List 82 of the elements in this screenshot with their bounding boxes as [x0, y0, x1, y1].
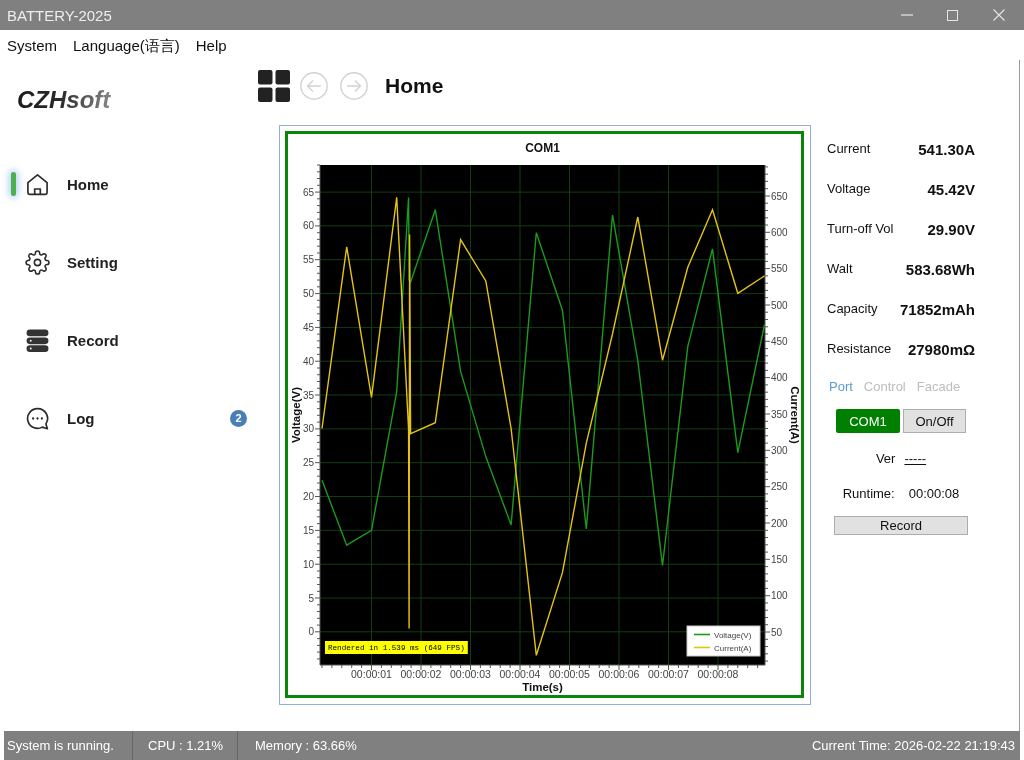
axis-tick-label: 50 — [771, 626, 783, 638]
axis-tick-label: 500 — [771, 299, 788, 311]
axis-tick-label: 00:00:06 — [598, 667, 640, 680]
axis-tick-label: 400 — [771, 372, 788, 384]
runtime-value: 00:00:08 — [908, 485, 960, 504]
menu-item[interactable]: System — [7, 37, 57, 53]
database-icon — [25, 327, 50, 353]
axis-tick-label: 35 — [302, 389, 314, 401]
axis-tick-label: 25 — [302, 457, 314, 469]
axis-tick-label: 5 — [308, 592, 314, 604]
close-icon[interactable] — [993, 9, 1005, 21]
axis-tick-label: 00:00:02 — [400, 667, 442, 680]
grid-icon[interactable] — [258, 70, 290, 102]
axis-tick-label: 10 — [302, 558, 314, 570]
legend-label: Current(A) — [714, 643, 752, 653]
nav-item[interactable]: Home — [11, 171, 109, 197]
menu-item[interactable]: Help — [195, 37, 227, 53]
home-icon — [25, 171, 50, 197]
legend-label: Voltage(V) — [714, 630, 752, 640]
port-button[interactable]: COM1 — [836, 409, 900, 433]
axis-tick-label: 00:00:01 — [351, 667, 392, 680]
reading-value: 29.90V — [927, 219, 975, 240]
axis-tick-label: 100 — [771, 590, 788, 602]
version-value: ----- — [904, 450, 927, 469]
axis-title: Current(A) — [788, 386, 801, 444]
axis-tick-label: 20 — [302, 491, 314, 503]
axis-tick-label: 00:00:04 — [499, 667, 541, 680]
memory-usage: Memory : 63.66% — [255, 736, 357, 755]
gear-icon — [25, 249, 50, 275]
axis-tick-label: 250 — [771, 481, 788, 493]
reading-value: 541.30A — [918, 139, 975, 160]
axis-title: Voltage(V) — [290, 387, 302, 443]
port-button[interactable]: On/Off — [903, 409, 966, 433]
chat-bubble-icon — [25, 405, 50, 431]
window-title: BATTERY-2025 — [7, 7, 112, 23]
notification-badge: 2 — [230, 409, 247, 427]
reading-label: Capacity — [827, 300, 878, 319]
axis-tick-label: 00:00:08 — [697, 667, 739, 680]
nav-item[interactable]: Setting — [11, 249, 118, 275]
axis-title: Time(s) — [522, 681, 563, 693]
axis-tick-label: 60 — [302, 220, 314, 232]
axis-tick-label: 65 — [302, 186, 314, 198]
maximize-icon[interactable] — [947, 9, 958, 21]
axis-tick-label: 150 — [771, 553, 788, 565]
reading-label: Resistance — [827, 340, 892, 359]
reading-label: Walt — [827, 260, 853, 279]
axis-tick-label: 650 — [771, 190, 788, 202]
axis-tick-label: 300 — [771, 444, 788, 456]
selection-indicator — [11, 172, 16, 196]
axis-tick-label: 50 — [302, 288, 314, 300]
reading-value: 71852mAh — [899, 299, 975, 320]
axis-tick-label: 00:00:07 — [648, 667, 689, 680]
status-message: System is running. — [7, 736, 114, 755]
axis-tick-label: 15 — [302, 524, 314, 536]
axis-tick-label: 55 — [302, 254, 314, 266]
axis-tick-label: 30 — [302, 423, 314, 435]
version-label: Ver — [875, 450, 896, 469]
reading-value: 27980mΩ — [907, 339, 975, 360]
axis-tick-label: 00:00:03 — [450, 667, 491, 680]
reading-label: Voltage — [827, 180, 871, 199]
axis-tick-label: 40 — [302, 355, 314, 367]
axis-tick-label: 00:00:05 — [549, 667, 590, 680]
cpu-usage: CPU : 1.21% — [148, 736, 224, 755]
axis-tick-label: 200 — [771, 517, 788, 529]
axis-tick-label: 550 — [771, 263, 788, 275]
axis-tick-label: 45 — [302, 322, 314, 333]
axis-tick-label: 350 — [771, 408, 788, 420]
reading-label: Current — [827, 140, 871, 159]
nav-item[interactable]: Log — [11, 405, 95, 431]
reading-value: 45.42V — [927, 179, 975, 200]
record-button[interactable]: Record — [834, 516, 968, 535]
nav-item[interactable]: Record — [11, 327, 119, 353]
axis-tick-label: 600 — [771, 226, 788, 238]
axis-tick-label: 450 — [771, 335, 788, 347]
reading-label: Turn-off Vol — [827, 220, 894, 239]
chart-title: COM1 — [525, 141, 560, 155]
current-time: Current Time: 2026-02-22 21:19:43 — [811, 736, 1016, 755]
page-title: Home — [385, 73, 444, 100]
runtime-label: Runtime: — [842, 485, 895, 504]
reading-value: 583.68Wh — [905, 259, 975, 280]
axis-tick-label: 0 — [308, 626, 314, 638]
menu-item[interactable]: Language(语言) — [73, 37, 180, 53]
